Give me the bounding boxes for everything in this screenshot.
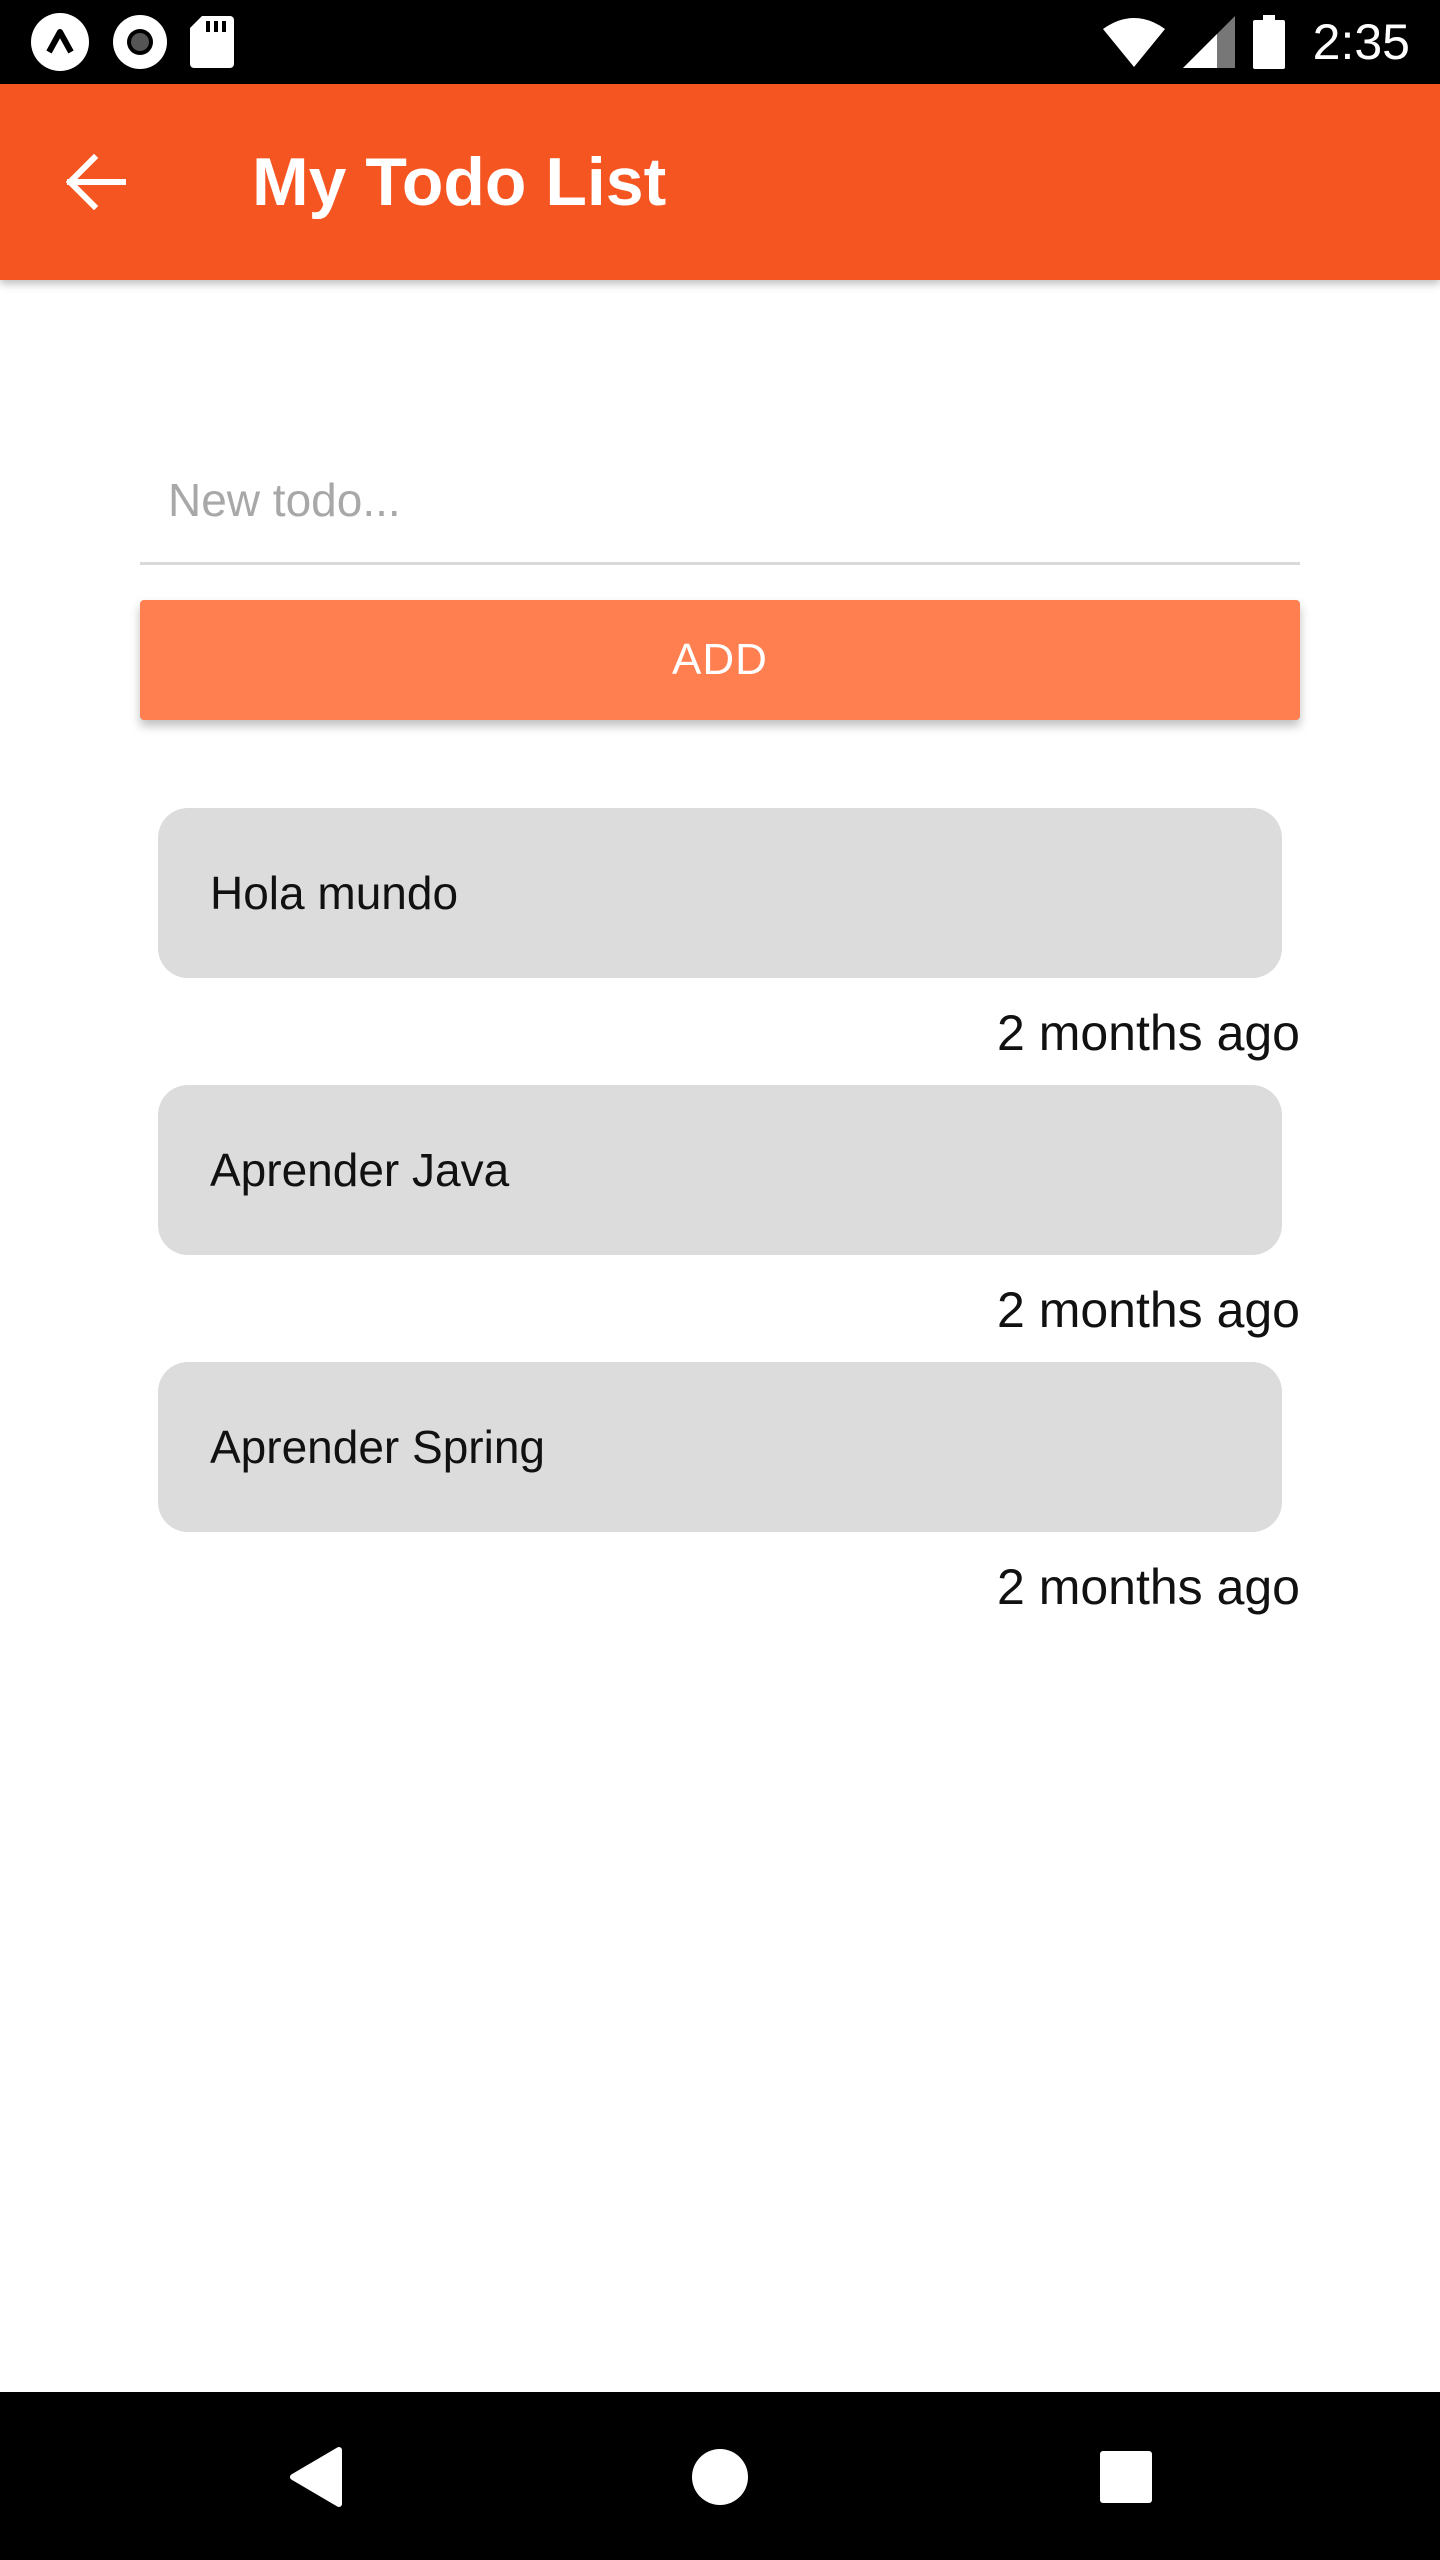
todo-timestamp: 2 months ago bbox=[997, 1559, 1300, 1615]
list-item: Aprender Java 2 months ago bbox=[0, 1085, 1440, 1362]
todo-card[interactable]: Hola mundo bbox=[158, 808, 1282, 978]
todo-text: Aprender Spring bbox=[210, 1421, 545, 1473]
back-triangle-icon bbox=[287, 2446, 343, 2508]
todo-list: Hola mundo 2 months ago Aprender Java 2 … bbox=[0, 808, 1440, 1639]
app-screen: 2:35 My Todo List ADD Hola mundo bbox=[0, 0, 1440, 2560]
new-todo-input[interactable] bbox=[168, 460, 1268, 540]
todo-text: Aprender Java bbox=[210, 1144, 510, 1196]
back-button[interactable] bbox=[48, 134, 144, 230]
todo-timestamp: 2 months ago bbox=[997, 1282, 1300, 1338]
notification-icon bbox=[30, 12, 90, 72]
signal-icon bbox=[1182, 16, 1235, 68]
recents-square-icon bbox=[1099, 2450, 1153, 2504]
status-left-icons bbox=[30, 12, 234, 72]
todo-text: Hola mundo bbox=[210, 867, 459, 919]
record-icon bbox=[112, 14, 168, 70]
arrow-back-icon bbox=[66, 154, 126, 210]
new-todo-field bbox=[140, 440, 1300, 565]
status-time: 2:35 bbox=[1312, 14, 1410, 70]
wifi-icon bbox=[1102, 17, 1165, 67]
add-button[interactable]: ADD bbox=[140, 600, 1300, 720]
list-item: Hola mundo 2 months ago bbox=[0, 808, 1440, 1085]
battery-icon bbox=[1252, 15, 1285, 69]
todo-card[interactable]: Aprender Spring bbox=[158, 1362, 1282, 1532]
nav-home-button[interactable] bbox=[675, 2432, 765, 2522]
sd-card-icon bbox=[190, 16, 234, 68]
nav-back-button[interactable] bbox=[270, 2432, 360, 2522]
main-content: ADD Hola mundo 2 months ago Aprender Jav… bbox=[0, 280, 1440, 2392]
home-circle-icon bbox=[691, 2448, 749, 2506]
page-title: My Todo List bbox=[252, 144, 667, 220]
list-item: Aprender Spring 2 months ago bbox=[0, 1362, 1440, 1639]
todo-card[interactable]: Aprender Java bbox=[158, 1085, 1282, 1255]
status-right-icons: 2:35 bbox=[1102, 12, 1410, 72]
todo-timestamp: 2 months ago bbox=[997, 1005, 1300, 1061]
nav-recents-button[interactable] bbox=[1081, 2432, 1171, 2522]
status-bar: 2:35 bbox=[0, 0, 1440, 84]
navigation-bar bbox=[0, 2392, 1440, 2560]
app-bar: My Todo List bbox=[0, 84, 1440, 280]
add-button-label: ADD bbox=[672, 635, 768, 684]
